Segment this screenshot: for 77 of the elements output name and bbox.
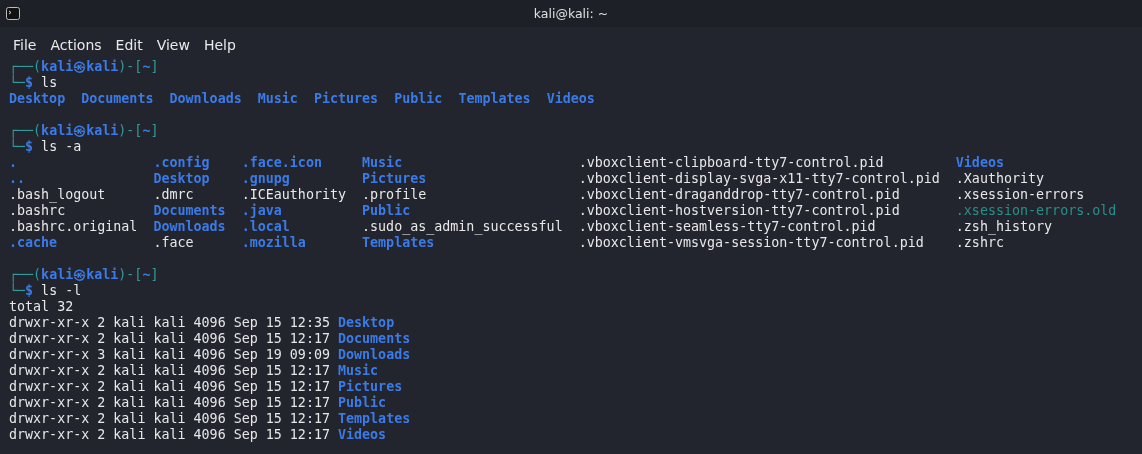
file-name: .bashrc xyxy=(9,203,66,219)
directory-name: . xyxy=(9,155,18,171)
prompt-symbol: └─$ xyxy=(9,75,34,91)
file-details: drwxr-xr-x 2 kali kali 4096 Sep 15 12:17 xyxy=(9,379,330,395)
directory-name: Templates xyxy=(338,411,411,427)
directory-name: Pictures xyxy=(313,91,379,107)
command-text: ls -a xyxy=(41,139,82,155)
window-title: kali@kali: ~ xyxy=(532,6,610,21)
menu-item[interactable]: Actions xyxy=(43,34,109,55)
file-details: drwxr-xr-x 2 kali kali 4096 Sep 15 12:17 xyxy=(9,395,330,411)
file-name: .bash_logout xyxy=(9,187,106,203)
directory-name: Documents xyxy=(81,91,154,107)
terminal-icon xyxy=(6,7,20,20)
file-name: .zshrc xyxy=(955,235,1004,251)
directory-name: .. xyxy=(9,171,26,187)
file-details: drwxr-xr-x 2 kali kali 4096 Sep 15 12:17 xyxy=(9,363,330,379)
directory-name: Documents xyxy=(153,203,226,219)
file-name: .Xauthority xyxy=(955,171,1045,187)
file-name: .profile xyxy=(362,187,427,203)
directory-name: Desktop xyxy=(9,91,66,107)
directory-name: .cache xyxy=(9,235,58,251)
file-name: .vboxclient-clipboard-tty7-control.pid xyxy=(578,155,884,171)
command-text: ls xyxy=(41,75,58,91)
file-name: .vboxclient-display-svga-x11-tty7-control.pid xyxy=(578,171,940,187)
directory-name: Videos xyxy=(955,155,1004,171)
file-name: .vboxclient-seamless-tty7-control.pid xyxy=(578,219,876,235)
file-name: .zsh_history xyxy=(955,219,1053,235)
file-name: .sudo_as_admin_successful xyxy=(362,219,563,235)
directory-name: Downloads xyxy=(169,91,242,107)
file-details: drwxr-xr-x 3 kali kali 4096 Sep 19 09:09 xyxy=(9,347,330,363)
directory-name: .face.icon xyxy=(241,155,322,171)
file-details: drwxr-xr-x 2 kali kali 4096 Sep 15 12:17 xyxy=(9,331,330,347)
file-name: .xsession-errors xyxy=(955,187,1085,203)
directory-name: Music xyxy=(257,91,298,107)
command-text: ls -l xyxy=(41,283,82,299)
file-details: drwxr-xr-x 2 kali kali 4096 Sep 15 12:35 xyxy=(9,315,330,331)
menu-item[interactable]: File xyxy=(6,34,44,55)
prompt-symbol: └─$ xyxy=(9,139,34,155)
prompt-symbol: └─$ xyxy=(9,283,34,299)
directory-name: Public xyxy=(362,203,411,219)
directory-name: Pictures xyxy=(338,379,403,395)
file-details: drwxr-xr-x 2 kali kali 4096 Sep 15 12:17 xyxy=(9,427,330,443)
file-name: .vboxclient-vmsvga-session-tty7-control.pid xyxy=(578,235,924,251)
directory-name: Music xyxy=(338,363,379,379)
directory-name: Videos xyxy=(546,91,595,107)
directory-name: Desktop xyxy=(338,315,395,331)
output-text: total 32 xyxy=(9,299,74,315)
directory-name: Pictures xyxy=(362,171,427,187)
shell-prompt: ┌──(kali㉿kali)-[~] xyxy=(9,123,159,139)
file-name: .bashrc.original xyxy=(9,219,138,235)
file-name: .dmrc xyxy=(153,187,194,203)
file-name: .vboxclient-draganddrop-tty7-control.pid xyxy=(578,187,900,203)
directory-name: .local xyxy=(241,219,290,235)
file-details: drwxr-xr-x 2 kali kali 4096 Sep 15 12:17 xyxy=(9,411,330,427)
shell-prompt: ┌──(kali㉿kali)-[~] xyxy=(9,267,159,283)
directory-name: .java xyxy=(241,203,282,219)
file-name: .face xyxy=(153,235,194,251)
menu-item[interactable]: Edit xyxy=(108,34,150,55)
file-name: .vboxclient-hostversion-tty7-control.pid xyxy=(578,203,900,219)
shell-prompt: ┌──(kali㉿kali)-[~] xyxy=(9,59,159,75)
directory-name: Documents xyxy=(338,331,411,347)
menu-item[interactable]: View xyxy=(149,34,197,55)
directory-name: Downloads xyxy=(153,219,226,235)
directory-name: Public xyxy=(338,395,387,411)
menu-item[interactable]: Help xyxy=(196,34,243,55)
directory-name: Desktop xyxy=(153,171,210,187)
directory-name: Templates xyxy=(458,91,531,107)
directory-name: Public xyxy=(394,91,443,107)
directory-name: Downloads xyxy=(338,347,411,363)
directory-name: Videos xyxy=(338,427,387,443)
directory-name: .mozilla xyxy=(241,235,306,251)
directory-name: .config xyxy=(153,155,210,171)
directory-name: Templates xyxy=(362,235,435,251)
file-name: .xsession-errors.old xyxy=(955,203,1117,219)
directory-name: Music xyxy=(362,155,403,171)
file-name: .ICEauthority xyxy=(241,187,346,203)
directory-name: .gnupg xyxy=(241,171,290,187)
